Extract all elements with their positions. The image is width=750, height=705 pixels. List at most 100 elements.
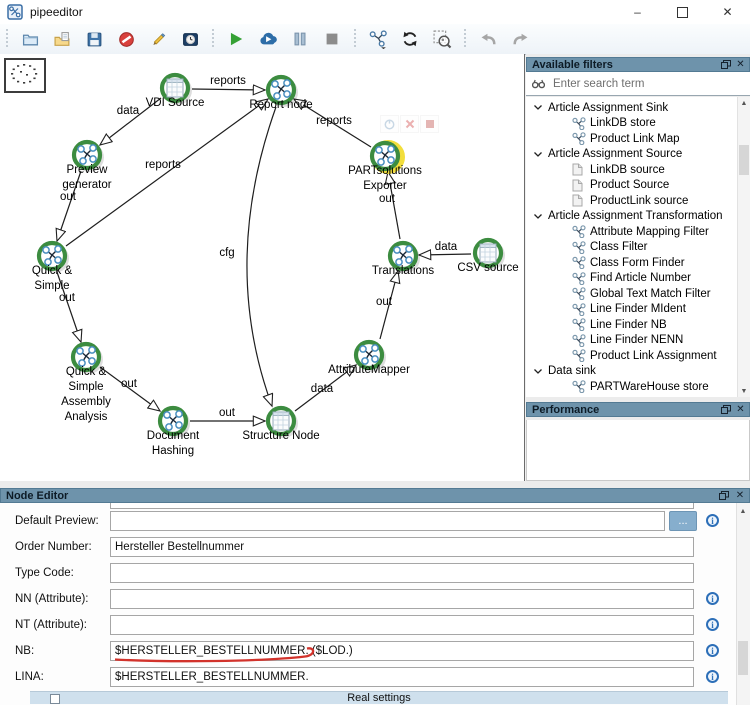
filter-item[interactable]: Product Link Map xyxy=(526,131,750,147)
info-icon[interactable]: i xyxy=(706,618,719,631)
info-icon[interactable]: i xyxy=(706,670,719,683)
filter-category[interactable]: Article Assignment Sink xyxy=(526,100,750,116)
minimap-overview[interactable] xyxy=(4,58,46,93)
close-panel-icon[interactable]: ✕ xyxy=(733,490,747,501)
filter-item[interactable]: Product Source xyxy=(526,178,750,194)
node-caption: Exporter xyxy=(363,180,407,192)
info-icon[interactable]: i xyxy=(706,592,719,605)
node-report-node[interactable]: Report node xyxy=(249,74,313,111)
scrollbar-thumb[interactable] xyxy=(738,641,748,675)
stop-action-button[interactable] xyxy=(420,115,439,133)
node-partsolutions-exporter[interactable]: PARTsolutions Exporter xyxy=(348,140,422,192)
edge-report-node-to-structure-node[interactable] xyxy=(246,106,277,406)
zoom-select-button[interactable] xyxy=(429,26,455,52)
edit-button[interactable] xyxy=(145,26,171,52)
redo-button[interactable] xyxy=(507,26,533,52)
info-icon[interactable]: i xyxy=(706,644,719,657)
info-icon[interactable]: i xyxy=(706,514,719,527)
stop-button[interactable] xyxy=(319,26,345,52)
real-settings-checkbox[interactable] xyxy=(50,694,60,704)
node-document-hashing[interactable]: Document Hashing xyxy=(147,405,200,457)
node-editor-scrollbar[interactable]: ▲ xyxy=(736,503,750,705)
nb-input[interactable] xyxy=(110,641,694,661)
save-button[interactable] xyxy=(81,26,107,52)
power-action-button[interactable] xyxy=(380,115,399,133)
close-button[interactable]: ✕ xyxy=(705,0,750,24)
field-input[interactable] xyxy=(110,667,694,687)
filter-item[interactable]: LinkDB source xyxy=(526,162,750,178)
field-input[interactable] xyxy=(110,615,694,635)
toolbar-grip[interactable] xyxy=(211,29,216,49)
chevron-down-icon[interactable] xyxy=(533,151,545,158)
node-preview-generator[interactable]: Preview generator xyxy=(62,139,112,191)
filter-tree-scrollbar[interactable]: ▲ ▼ xyxy=(737,97,750,397)
run-remote-button[interactable] xyxy=(255,26,281,52)
toolbar-grip[interactable] xyxy=(463,29,468,49)
connect-tool-button[interactable] xyxy=(365,26,391,52)
pause-button[interactable] xyxy=(287,26,313,52)
scroll-up-icon[interactable]: ▲ xyxy=(738,97,750,109)
filter-item[interactable]: LinkDB store xyxy=(526,116,750,132)
refresh-button[interactable] xyxy=(397,26,423,52)
toolbar-grip[interactable] xyxy=(353,29,358,49)
close-panel-icon[interactable]: ✕ xyxy=(734,404,747,415)
scroll-up-icon[interactable]: ▲ xyxy=(737,505,749,517)
node-vdi-source[interactable]: VDI Source xyxy=(146,72,205,109)
node-quick-and-simple-assembly-analysis[interactable]: Quick & Simple Assembly Analysis xyxy=(61,341,111,423)
filter-item[interactable]: Attribute Mapping Filter xyxy=(526,224,750,240)
document-icon xyxy=(572,194,587,207)
field-input[interactable] xyxy=(110,563,694,583)
filter-item[interactable]: Class Form Finder xyxy=(526,255,750,271)
chevron-down-icon[interactable] xyxy=(533,368,545,375)
field-input[interactable] xyxy=(110,537,694,557)
pipeline-canvas[interactable]: reports data reports reports cfg out out out out… xyxy=(0,54,525,482)
edge-csv-source-to-translations[interactable] xyxy=(419,254,472,255)
field-input[interactable] xyxy=(110,589,694,609)
open-folder-button[interactable] xyxy=(17,26,43,52)
filter-item[interactable]: Find Article Number xyxy=(526,271,750,287)
undo-button[interactable] xyxy=(475,26,501,52)
filter-item[interactable]: Global Text Match Filter xyxy=(526,286,750,302)
close-panel-icon[interactable]: ✕ xyxy=(734,59,747,70)
browse-button[interactable]: ... xyxy=(669,511,697,531)
scroll-down-icon[interactable]: ▼ xyxy=(738,385,750,397)
filter-item[interactable]: Product Link Assignment xyxy=(526,348,750,364)
toolbar-grip[interactable] xyxy=(5,29,10,49)
filter-category[interactable]: Data sink xyxy=(526,364,750,380)
float-panel-icon[interactable] xyxy=(719,405,732,414)
filter-item[interactable]: Line Finder MIdent xyxy=(526,302,750,318)
node-csv-source[interactable]: CSV source xyxy=(457,237,519,274)
node-structure-node[interactable]: Structure Node xyxy=(242,405,320,442)
abort-button[interactable] xyxy=(113,26,139,52)
filter-category[interactable]: Article Assignment Transformation xyxy=(526,209,750,225)
field-label: NT (Attribute): xyxy=(15,619,87,631)
filter-item[interactable]: Class Filter xyxy=(526,240,750,256)
import-file-button[interactable] xyxy=(49,26,75,52)
filter-search-row xyxy=(526,72,750,96)
node-attribute-mapper[interactable]: AttributeMapper xyxy=(328,339,410,376)
edge-vdi-source-to-report-node[interactable] xyxy=(191,89,265,90)
filter-item[interactable]: Line Finder NENN xyxy=(526,333,750,349)
node-translations[interactable]: Translations xyxy=(372,240,434,277)
close-action-button[interactable] xyxy=(400,115,419,133)
filter-search-input[interactable] xyxy=(551,76,750,91)
filter-item[interactable]: ProductLink source xyxy=(526,193,750,209)
filter-item[interactable]: Line Finder NB xyxy=(526,317,750,333)
edge-label: out xyxy=(379,193,396,205)
scrollbar-thumb[interactable] xyxy=(739,145,749,175)
filter-category[interactable]: Article Assignment Source xyxy=(526,147,750,163)
export-db-button[interactable] xyxy=(177,26,203,52)
filter-item[interactable]: PARTWareHouse store xyxy=(526,379,750,395)
minimize-button[interactable]: – xyxy=(615,0,660,24)
dock-splitter[interactable] xyxy=(0,481,750,488)
edge-label: out xyxy=(376,296,393,308)
chevron-down-icon[interactable] xyxy=(533,104,545,111)
chevron-down-icon[interactable] xyxy=(533,213,545,220)
float-panel-icon[interactable] xyxy=(719,60,732,69)
float-panel-icon[interactable] xyxy=(717,491,731,500)
run-button[interactable] xyxy=(223,26,249,52)
maximize-button[interactable] xyxy=(660,0,705,24)
node-quick-and-simple[interactable]: Quick & Simple xyxy=(32,240,73,292)
zoom-select-icon xyxy=(433,30,451,48)
field-input[interactable] xyxy=(110,511,665,531)
